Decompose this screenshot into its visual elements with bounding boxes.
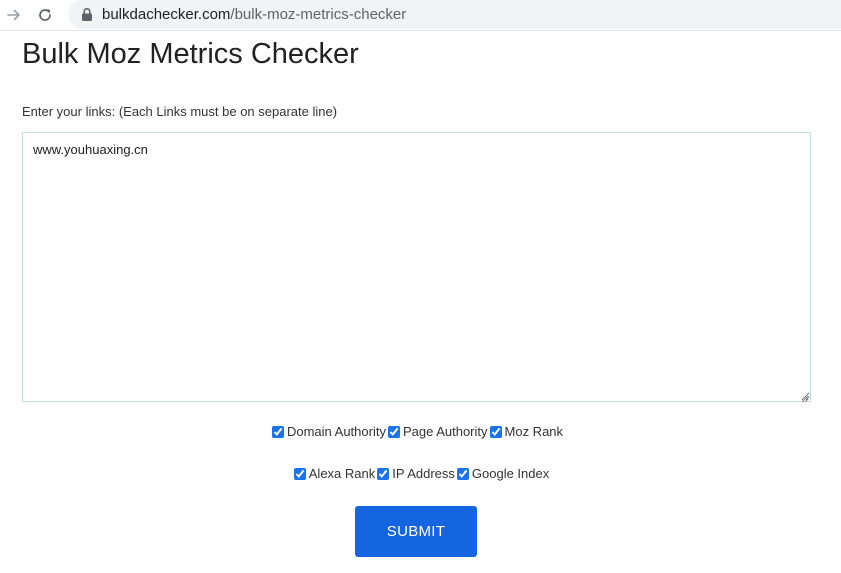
checkbox-moz-rank[interactable] [489, 425, 502, 438]
option-alexa-rank[interactable]: Alexa Rank [292, 466, 375, 481]
option-label: Page Authority [402, 424, 488, 439]
submit-button[interactable]: SUBMIT [355, 506, 477, 557]
option-moz-rank[interactable]: Moz Rank [488, 424, 564, 439]
option-ip-address[interactable]: IP Address [375, 466, 455, 481]
option-domain-authority[interactable]: Domain Authority [270, 424, 386, 439]
url-text: bulkdachecker.com/bulk-moz-metrics-check… [102, 6, 406, 23]
checkbox-alexa-rank[interactable] [293, 467, 306, 480]
url-path: /bulk-moz-metrics-checker [230, 6, 407, 23]
option-google-index[interactable]: Google Index [455, 466, 549, 481]
option-label: Domain Authority [286, 424, 386, 439]
option-label: Moz Rank [504, 424, 564, 439]
option-label: Google Index [471, 466, 550, 481]
option-label: IP Address [392, 466, 455, 481]
checkbox-domain-authority[interactable] [271, 425, 284, 438]
checkbox-ip-address[interactable] [377, 467, 390, 480]
metrics-options-row-1: Domain Authority Page Authority Moz Rank [0, 424, 837, 439]
metrics-options-row-2: Alexa Rank IP Address Google Index [0, 466, 841, 481]
lock-icon [80, 7, 94, 22]
forward-arrow-icon[interactable] [4, 5, 24, 25]
address-bar[interactable]: bulkdachecker.com/bulk-moz-metrics-check… [68, 0, 841, 29]
links-label: Enter your links: (Each Links must be on… [22, 104, 338, 119]
browser-toolbar: bulkdachecker.com/bulk-moz-metrics-check… [0, 0, 841, 31]
checkbox-google-index[interactable] [456, 467, 469, 480]
resize-handle-icon[interactable] [799, 390, 809, 403]
option-label: Alexa Rank [308, 466, 376, 481]
page-title: Bulk Moz Metrics Checker [22, 38, 359, 70]
links-textarea[interactable]: www.youhuaxing.cn [22, 132, 811, 402]
option-page-authority[interactable]: Page Authority [386, 424, 488, 439]
reload-icon[interactable] [35, 5, 55, 25]
checkbox-page-authority[interactable] [387, 425, 400, 438]
url-domain: bulkdachecker.com [102, 6, 231, 23]
